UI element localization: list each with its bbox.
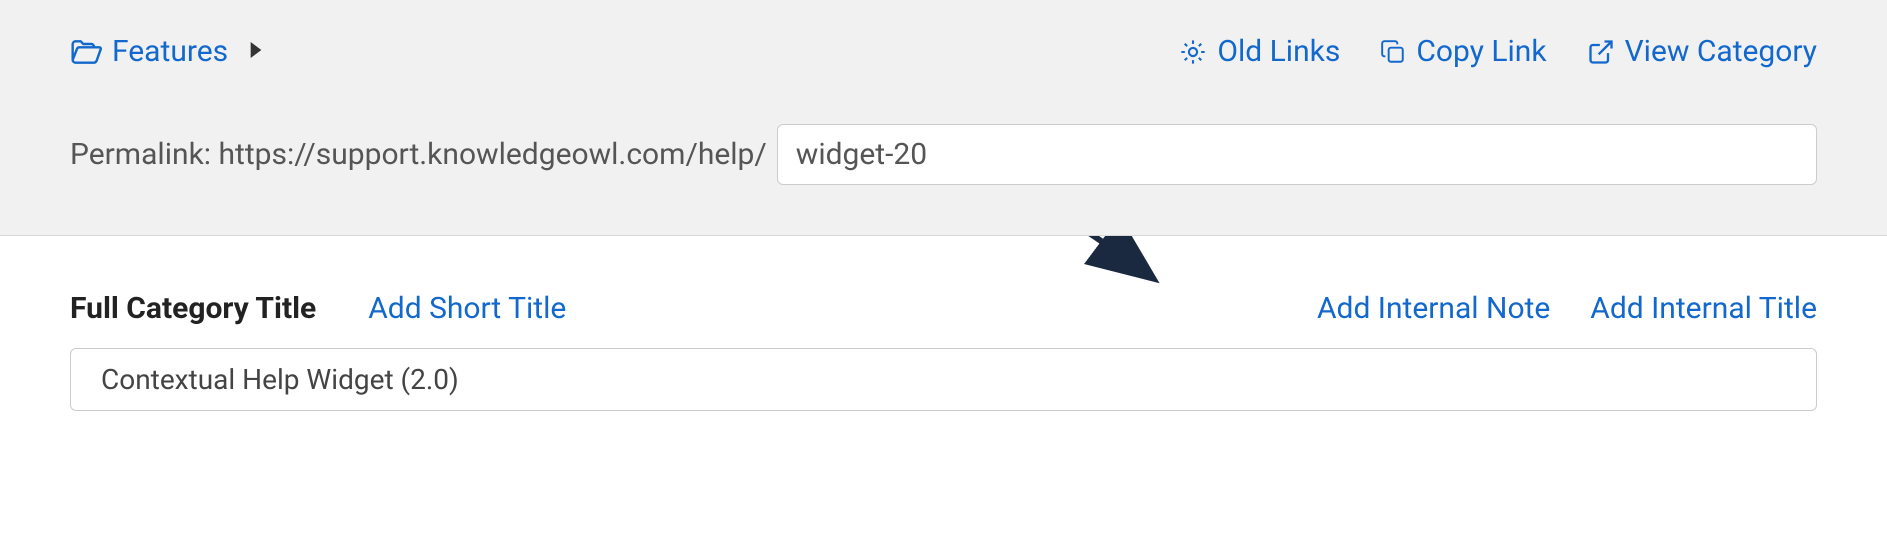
top-row: Features Old Links Copy: [70, 34, 1817, 69]
external-link-icon: [1587, 38, 1615, 66]
title-links-row: Full Category Title Add Short Title Add …: [70, 291, 1817, 326]
copy-icon: [1380, 38, 1406, 66]
view-category-button[interactable]: View Category: [1587, 34, 1817, 69]
add-internal-note-button[interactable]: Add Internal Note: [1317, 291, 1550, 326]
chevron-right-icon: [250, 42, 262, 62]
top-actions: Old Links Copy Link View Category: [1179, 34, 1817, 69]
add-short-title-button[interactable]: Add Short Title: [368, 291, 566, 326]
view-category-label: View Category: [1625, 34, 1817, 69]
breadcrumb-features[interactable]: Features: [70, 34, 228, 69]
header-section: Features Old Links Copy: [0, 0, 1887, 236]
copy-link-button[interactable]: Copy Link: [1380, 34, 1546, 69]
folder-open-icon: [70, 38, 102, 66]
permalink-input[interactable]: [777, 124, 1817, 185]
permalink-row: Permalink: https://support.knowledgeowl.…: [70, 124, 1817, 185]
title-section: Full Category Title Add Short Title Add …: [0, 236, 1887, 451]
add-internal-title-button[interactable]: Add Internal Title: [1590, 291, 1817, 326]
gear-icon: [1179, 38, 1207, 66]
old-links-label: Old Links: [1217, 34, 1340, 69]
full-category-title-label: Full Category Title: [70, 291, 316, 326]
old-links-button[interactable]: Old Links: [1179, 34, 1340, 69]
right-links: Add Internal Note Add Internal Title: [1317, 291, 1817, 326]
copy-link-label: Copy Link: [1416, 34, 1546, 69]
breadcrumb: Features: [70, 34, 262, 69]
permalink-label: Permalink: https://support.knowledgeowl.…: [70, 137, 767, 172]
breadcrumb-label: Features: [112, 34, 228, 69]
category-title-input[interactable]: [70, 348, 1817, 411]
